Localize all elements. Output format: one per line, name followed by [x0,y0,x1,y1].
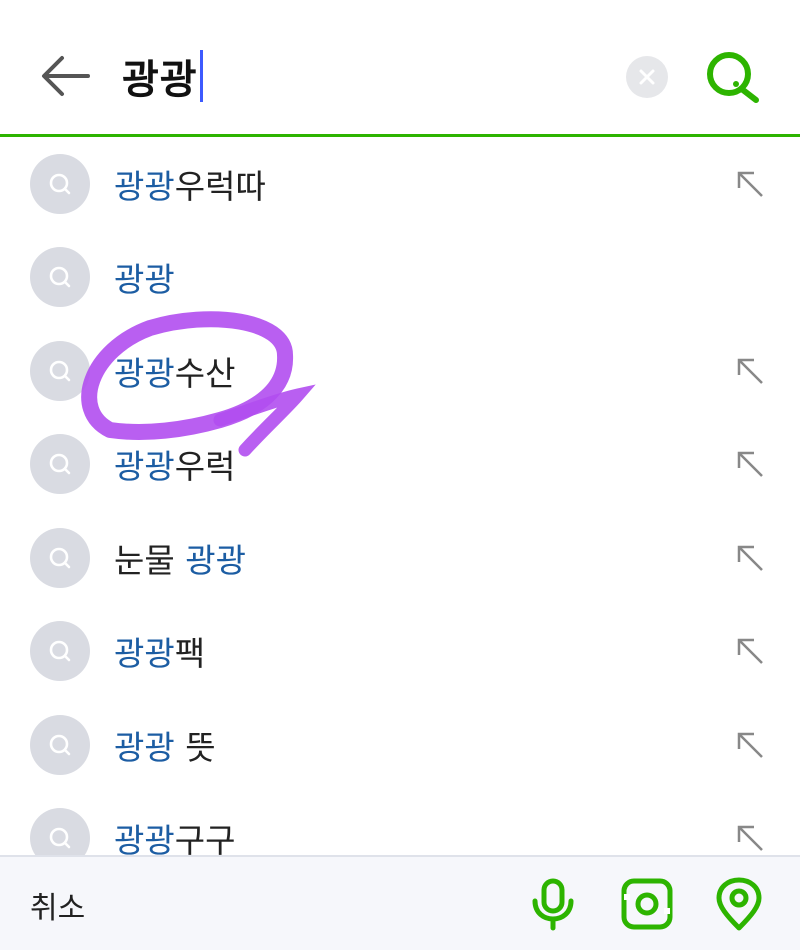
suggestion-rest: 수산 [174,353,236,393]
search-button[interactable] [700,44,766,110]
search-icon [707,52,759,103]
suggestion-icon-circle [30,153,90,214]
suggestion-label: 광광우럭따 [114,160,266,208]
fill-query-button[interactable] [734,635,766,667]
suggestion-label: 광광수산 [114,347,235,395]
suggestion-item[interactable]: 광광 뜻 [0,698,800,792]
suggestion-search-icon [49,266,71,288]
microphone-icon [532,878,574,931]
suggestion-highlight: 광광 [114,821,175,855]
suggestion-item[interactable]: 광광수산 [0,324,800,418]
suggestion-search-icon [49,453,71,475]
fill-query-button[interactable] [734,448,766,480]
fill-query-button[interactable] [734,168,766,200]
cancel-button[interactable]: 취소 [30,883,85,927]
suggestion-search-icon [49,640,71,662]
suggestion-highlight: 광광 [114,447,175,487]
suggestion-label: 눈물 광광 [114,534,246,582]
text-caret [199,50,203,102]
suggestion-item[interactable]: 광광팩 [0,605,800,699]
bottom-bar: 취소 [0,855,800,950]
fill-query-arrow-icon [737,732,763,758]
suggestion-icon-circle [30,714,90,775]
suggestion-icon-circle [30,434,90,495]
suggestion-highlight: 광광 [114,260,175,300]
suggestion-label: 광광팩 [114,627,205,675]
fill-query-button[interactable] [734,355,766,387]
suggestion-label: 광광우럭 [114,440,235,488]
fill-query-button[interactable] [734,822,766,854]
voice-search-button[interactable] [526,877,580,931]
fill-query-arrow-icon [737,826,763,852]
suggestion-highlight: 광광 [114,634,175,674]
suggestion-highlight: 광광 [114,353,175,393]
suggestion-label: 광광 뜻 [114,721,216,769]
suggestion-icon-circle [30,527,90,588]
fill-query-arrow-icon [737,452,763,478]
clear-button[interactable] [626,56,668,98]
fill-query-arrow-icon [737,358,763,384]
suggestion-search-icon [49,547,71,569]
suggestion-search-icon [49,734,71,756]
back-arrow-icon [42,56,90,96]
suggestion-item[interactable]: 광광우럭따 [0,137,800,231]
suggestion-rest: 팩 [174,634,206,674]
suggestion-item[interactable]: 눈물 광광 [0,511,800,605]
suggestion-prefix: 눈물 [114,540,186,580]
camera-lens-icon [621,878,673,930]
suggestion-icon-circle [30,340,90,401]
search-query-text: 광광 [122,57,198,103]
suggestion-search-icon [49,827,71,849]
fill-query-button[interactable] [734,542,766,574]
lens-search-button[interactable] [620,877,674,931]
fill-query-button[interactable] [734,729,766,761]
clear-icon [639,69,655,85]
suggestion-search-icon [49,173,71,195]
suggestion-icon-circle [30,247,90,308]
fill-query-arrow-icon [737,171,763,197]
suggestion-rest: 뜻 [174,727,216,767]
suggestion-item[interactable]: 광광구구 [0,792,800,855]
suggestion-item[interactable]: 광광 [0,231,800,325]
suggestion-label: 광광구구 [114,814,235,855]
fill-query-arrow-icon [737,639,763,665]
suggestion-rest: 우럭따 [174,166,266,206]
suggestion-icon-circle [30,808,90,855]
search-input[interactable]: 광광 [122,46,203,106]
suggestion-item[interactable]: 광광우럭 [0,418,800,512]
suggestion-label: 광광 [114,253,175,301]
suggestion-rest: 구구 [174,821,236,855]
location-pin-icon [716,877,762,931]
suggestion-search-icon [49,360,71,382]
fill-query-arrow-icon [737,545,763,571]
suggestion-highlight: 광광 [185,540,246,580]
suggestion-highlight: 광광 [114,727,175,767]
suggestion-list: 광광우럭따 광광 광광수산 광광우럭 눈물 광광 광광팩 광광 뜻 광광구구 [0,137,800,855]
back-button[interactable] [36,48,96,104]
search-header: 광광 [0,0,800,137]
suggestion-highlight: 광광 [114,166,175,206]
suggestion-rest: 우럭 [174,447,236,487]
location-search-button[interactable] [712,877,766,931]
suggestion-icon-circle [30,621,90,682]
